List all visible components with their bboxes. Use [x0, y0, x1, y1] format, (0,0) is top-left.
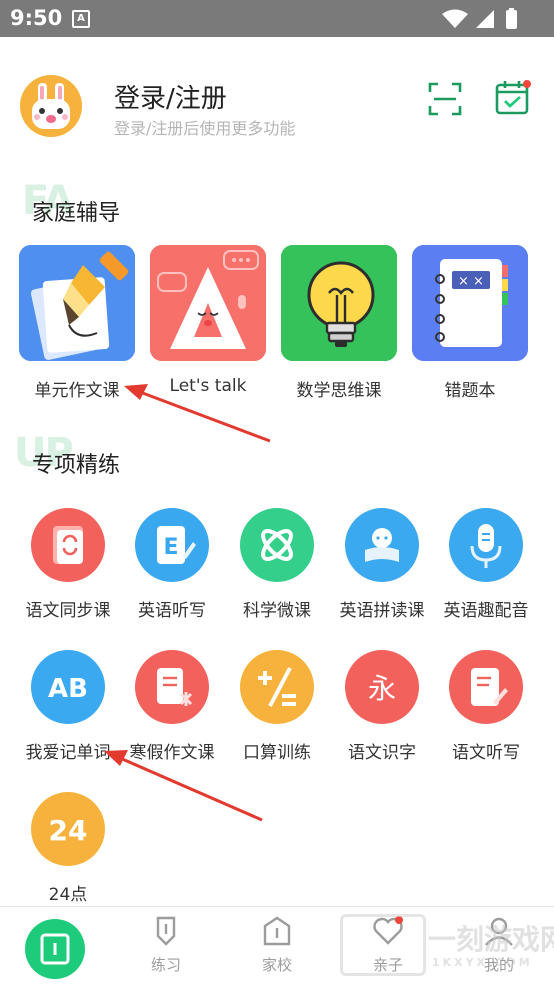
- book-sync-icon: [31, 508, 105, 582]
- ab-icon: AB: [31, 650, 105, 724]
- item-label: 口算训练: [243, 743, 311, 763]
- nav-label-school: 家校: [261, 956, 292, 974]
- item-chinese-sync[interactable]: 语文同步课: [16, 508, 120, 621]
- item-label: 英语拼读课: [339, 601, 425, 621]
- svg-text:× ×: × ×: [458, 274, 484, 289]
- nav-practice[interactable]: 练习: [126, 914, 206, 975]
- item-label: 英语听写: [138, 601, 206, 621]
- status-bar: 9:50 A: [0, 0, 554, 37]
- login-title[interactable]: 登录/注册: [114, 78, 227, 115]
- item-label: 英语趣配音: [443, 601, 529, 621]
- item-chinese-literacy[interactable]: 永 语文识字: [330, 650, 434, 763]
- dictation-icon: [449, 650, 523, 724]
- card-lets-talk[interactable]: [150, 245, 266, 361]
- wifi-signal-battery-icon: [442, 8, 517, 29]
- home-book-icon: [40, 933, 70, 965]
- card-label-unit-composition: 单元作文课: [34, 381, 120, 401]
- atom-icon: [240, 508, 314, 582]
- lightbulb-icon: [281, 245, 397, 361]
- card-label-mistake-notebook: 错题本: [444, 381, 496, 401]
- profile-icon: [485, 917, 513, 946]
- microphone-icon: [449, 508, 523, 582]
- status-icons: [440, 8, 540, 34]
- nav-label-parent-child: 亲子: [372, 956, 403, 974]
- pen-paper-icon: [19, 245, 135, 361]
- item-label: 语文识字: [348, 743, 416, 763]
- practice-icon: [156, 916, 176, 946]
- card-unit-composition[interactable]: [19, 245, 135, 361]
- item-winter-composition[interactable]: 寒假作文课: [120, 650, 224, 763]
- item-love-words[interactable]: AB 我爱记单词: [16, 650, 120, 763]
- writing-icon: [135, 650, 209, 724]
- number-24-icon: 24: [31, 792, 105, 866]
- talk-a-icon: [150, 245, 266, 361]
- section-title-special: 专项精练: [32, 453, 121, 478]
- nav-home-button[interactable]: [25, 919, 85, 979]
- notification-a-icon: A: [72, 10, 90, 28]
- nav-parent-child[interactable]: 亲子: [348, 914, 428, 975]
- reader-icon: [345, 508, 419, 582]
- nav-mine[interactable]: 我的: [459, 914, 539, 975]
- calendar-checkin-icon[interactable]: [494, 78, 532, 116]
- item-mental-math[interactable]: 口算训练: [225, 650, 329, 763]
- section-title-family: 家庭辅导: [32, 201, 121, 226]
- card-label-math-thinking: 数学思维课: [296, 381, 382, 401]
- nav-label-practice: 练习: [150, 956, 181, 974]
- item-label: 语文听写: [452, 743, 520, 763]
- school-icon: [263, 916, 291, 946]
- character-yong-icon: 永: [345, 650, 419, 724]
- notebook-icon: × ×: [412, 245, 528, 361]
- scan-icon[interactable]: [428, 82, 462, 116]
- card-mistake-notebook[interactable]: × ×: [412, 245, 528, 361]
- item-science-micro[interactable]: 科学微课: [225, 508, 329, 621]
- svg-text:E: E: [163, 535, 178, 560]
- nav-label-mine: 我的: [483, 956, 514, 974]
- item-label: 24点: [48, 885, 88, 905]
- login-subtitle: 登录/注册后使用更多功能: [114, 119, 296, 138]
- nav-school[interactable]: 家校: [237, 914, 317, 975]
- bunny-avatar-icon: [20, 75, 82, 137]
- avatar[interactable]: [20, 75, 82, 137]
- item-english-phonics[interactable]: 英语拼读课: [330, 508, 434, 621]
- math-signs-icon: [240, 650, 314, 724]
- status-time: 9:50: [10, 6, 63, 30]
- item-24-points[interactable]: 24 24点: [16, 792, 120, 905]
- item-english-dubbing[interactable]: 英语趣配音: [434, 508, 538, 621]
- svg-text:AB: AB: [48, 674, 88, 704]
- svg-text:永: 永: [368, 672, 396, 705]
- item-chinese-dictation[interactable]: 语文听写: [434, 650, 538, 763]
- item-label: 寒假作文课: [129, 743, 215, 763]
- item-label: 我爱记单词: [25, 743, 111, 763]
- svg-text:24: 24: [49, 814, 88, 847]
- card-label-lets-talk: Let's talk: [169, 376, 247, 396]
- letter-e-icon: E: [135, 508, 209, 582]
- item-english-dictation[interactable]: E 英语听写: [120, 508, 224, 621]
- item-label: 语文同步课: [25, 601, 111, 621]
- card-math-thinking[interactable]: [281, 245, 397, 361]
- nav-divider: [0, 906, 554, 907]
- item-label: 科学微课: [243, 601, 311, 621]
- heart-icon: [373, 916, 403, 945]
